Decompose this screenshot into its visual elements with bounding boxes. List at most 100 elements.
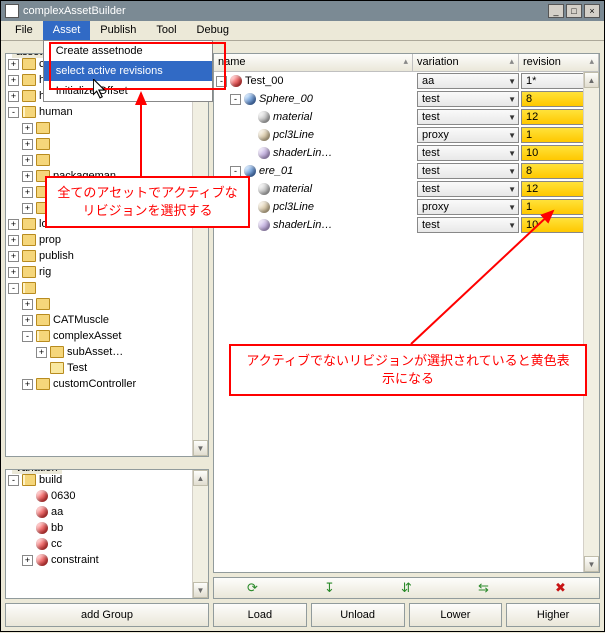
tree-toggle[interactable]: + bbox=[22, 123, 33, 134]
menu-initialize-offset[interactable]: Initialize Offset bbox=[44, 81, 212, 101]
tree-item[interactable]: +CATMuscle bbox=[8, 312, 208, 328]
tree-toggle[interactable]: + bbox=[22, 555, 33, 566]
node-icon bbox=[230, 75, 242, 87]
close-button[interactable]: × bbox=[584, 4, 600, 18]
grid-row[interactable]: shaderLin…test▼10▼ bbox=[214, 144, 599, 162]
menu-debug[interactable]: Debug bbox=[187, 21, 239, 41]
tree-toggle[interactable]: + bbox=[22, 187, 33, 198]
tree-toggle[interactable]: - bbox=[216, 76, 227, 87]
scroll-down-icon[interactable]: ▼ bbox=[584, 556, 599, 572]
maximize-button[interactable]: □ bbox=[566, 4, 582, 18]
scroll-up-icon[interactable]: ▲ bbox=[193, 470, 208, 486]
tree-item[interactable]: +customController bbox=[8, 376, 208, 392]
tree-item[interactable]: +publish bbox=[8, 248, 208, 264]
grid-row[interactable]: shaderLin…test▼10▼ bbox=[214, 216, 599, 234]
grid-row[interactable]: pcl3Lineproxy▼1▼ bbox=[214, 198, 599, 216]
menu-asset[interactable]: Asset Create assetnode select active rev… bbox=[43, 21, 91, 41]
grid-scrollbar[interactable]: ▲ ▼ bbox=[583, 72, 599, 572]
tree-toggle[interactable]: - bbox=[22, 331, 33, 342]
variation-combo[interactable]: test▼ bbox=[417, 181, 519, 197]
tree-item[interactable]: +constraint bbox=[8, 552, 208, 568]
tree-toggle[interactable]: + bbox=[8, 91, 19, 102]
grid-row[interactable]: -ere_01test▼8▼ bbox=[214, 162, 599, 180]
titlebar[interactable]: complexAssetBuilder _ □ × bbox=[1, 1, 604, 21]
add-group-button[interactable]: add Group bbox=[5, 603, 209, 627]
higher-button[interactable]: Higher bbox=[506, 603, 600, 627]
menu-tool[interactable]: Tool bbox=[146, 21, 186, 41]
tree-toggle[interactable]: - bbox=[8, 475, 19, 486]
tree-toggle[interactable]: + bbox=[8, 75, 19, 86]
tree-toggle[interactable]: - bbox=[230, 94, 241, 105]
tree-toggle[interactable]: + bbox=[8, 219, 19, 230]
variation-combo[interactable]: aa▼ bbox=[417, 73, 519, 89]
tree-toggle[interactable]: - bbox=[230, 166, 241, 177]
menu-publish[interactable]: Publish bbox=[90, 21, 146, 41]
grid-row[interactable]: -Test_00aa▼1*▼ bbox=[214, 72, 599, 90]
lower-button[interactable]: Lower bbox=[409, 603, 503, 627]
tree-item[interactable]: - bbox=[8, 280, 208, 296]
tree-item[interactable]: +prop bbox=[8, 232, 208, 248]
asset-scrollbar[interactable]: ▲ ▼ bbox=[192, 54, 208, 456]
grid-row[interactable]: materialtest▼12▼ bbox=[214, 108, 599, 126]
tree-item[interactable]: + bbox=[8, 120, 208, 136]
swap-icon[interactable]: ⇆ bbox=[476, 580, 492, 596]
tree-toggle[interactable]: - bbox=[8, 283, 19, 294]
import-icon[interactable]: ↧ bbox=[322, 580, 338, 596]
variation-tree[interactable]: -build0630aabbcc+constraint bbox=[6, 470, 208, 598]
grid-row[interactable]: -Sphere_00test▼8▼ bbox=[214, 90, 599, 108]
variation-combo[interactable]: test▼ bbox=[417, 145, 519, 161]
scroll-down-icon[interactable]: ▼ bbox=[193, 440, 208, 456]
tree-toggle[interactable]: - bbox=[8, 107, 19, 118]
tree-item[interactable]: +rig bbox=[8, 264, 208, 280]
delete-icon[interactable]: ✖ bbox=[553, 580, 569, 596]
refresh-icon[interactable]: ⟳ bbox=[245, 580, 261, 596]
col-variation[interactable]: variation bbox=[413, 54, 519, 71]
tree-toggle[interactable]: + bbox=[8, 59, 19, 70]
reorder-icon[interactable]: ⇵ bbox=[399, 580, 415, 596]
menu-file[interactable]: File bbox=[5, 21, 43, 41]
variation-combo[interactable]: test▼ bbox=[417, 91, 519, 107]
tree-toggle[interactable]: + bbox=[22, 203, 33, 214]
menu-create-assetnode[interactable]: Create assetnode bbox=[44, 41, 212, 61]
tree-toggle[interactable]: + bbox=[22, 155, 33, 166]
tree-item[interactable]: cc bbox=[8, 536, 208, 552]
tree-item[interactable]: + bbox=[8, 152, 208, 168]
tree-item[interactable]: aa bbox=[8, 504, 208, 520]
grid-row[interactable]: materialtest▼12▼ bbox=[214, 180, 599, 198]
tree-toggle[interactable]: + bbox=[8, 251, 19, 262]
tree-item[interactable]: -complexAsset bbox=[8, 328, 208, 344]
scroll-down-icon[interactable]: ▼ bbox=[193, 582, 208, 598]
variation-combo[interactable]: test▼ bbox=[417, 109, 519, 125]
tree-toggle[interactable]: + bbox=[8, 235, 19, 246]
variation-combo[interactable]: test▼ bbox=[417, 163, 519, 179]
tree-item[interactable]: +subAsset… bbox=[8, 344, 208, 360]
minimize-button[interactable]: _ bbox=[548, 4, 564, 18]
tree-item[interactable]: -build bbox=[8, 472, 208, 488]
tree-toggle[interactable]: + bbox=[22, 299, 33, 310]
load-button[interactable]: Load bbox=[213, 603, 307, 627]
tree-toggle[interactable]: + bbox=[36, 347, 47, 358]
window-title: complexAssetBuilder bbox=[23, 5, 546, 17]
col-name[interactable]: name bbox=[214, 54, 413, 71]
tree-item[interactable]: + bbox=[8, 136, 208, 152]
tree-item[interactable]: 0630 bbox=[8, 488, 208, 504]
col-revision[interactable]: revision bbox=[519, 54, 599, 71]
variation-combo[interactable]: proxy▼ bbox=[417, 127, 519, 143]
tree-toggle[interactable]: + bbox=[22, 171, 33, 182]
tree-item[interactable]: Test bbox=[8, 360, 208, 376]
tree-toggle[interactable]: + bbox=[22, 315, 33, 326]
menu-select-active-revisions[interactable]: select active revisions bbox=[44, 61, 212, 81]
scroll-up-icon[interactable]: ▲ bbox=[584, 72, 599, 88]
variation-combo[interactable]: test▼ bbox=[417, 217, 519, 233]
tree-toggle[interactable]: + bbox=[22, 139, 33, 150]
tree-item[interactable]: -human bbox=[8, 104, 208, 120]
variation-combo[interactable]: proxy▼ bbox=[417, 199, 519, 215]
variation-scrollbar[interactable]: ▲ ▼ bbox=[192, 470, 208, 598]
tree-toggle[interactable]: + bbox=[22, 379, 33, 390]
asset-tree[interactable]: +comp+hoge+hoge2-human++++packageman+sat… bbox=[6, 54, 208, 456]
grid-row[interactable]: pcl3Lineproxy▼1▼ bbox=[214, 126, 599, 144]
unload-button[interactable]: Unload bbox=[311, 603, 405, 627]
tree-item[interactable]: bb bbox=[8, 520, 208, 536]
tree-toggle[interactable]: + bbox=[8, 267, 19, 278]
tree-item[interactable]: + bbox=[8, 296, 208, 312]
